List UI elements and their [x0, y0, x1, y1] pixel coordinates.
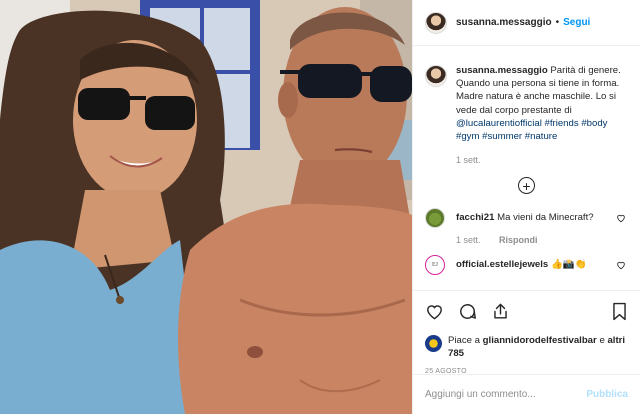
hashtag-link[interactable]: #gym [456, 131, 479, 142]
action-bar [425, 300, 628, 322]
heart-icon[interactable] [616, 213, 626, 226]
hashtag-link[interactable]: #body [581, 118, 607, 129]
comment-input[interactable] [425, 389, 587, 400]
bookmark-icon[interactable] [611, 302, 628, 321]
caption-username[interactable]: susanna.messaggio [456, 65, 548, 76]
post-actions-section: Piace a gliannidorodelfestivalbar e altr… [413, 290, 640, 375]
post-caption: susanna.messaggio Parità di genere. Quan… [425, 64, 628, 143]
reply-button[interactable]: Rispondi [499, 235, 538, 245]
comment-avatar[interactable] [425, 208, 445, 229]
follow-button[interactable]: Segui [563, 17, 590, 28]
post-photo[interactable] [0, 0, 412, 414]
author-avatar[interactable] [425, 11, 447, 34]
plus-circle-icon[interactable]: + [518, 177, 535, 195]
comment-body: 👍📸👏 [550, 259, 587, 271]
liker-username[interactable]: gliannidorodelfestivalbar [483, 335, 597, 346]
comments-list[interactable]: susanna.messaggio Parità di genere. Quan… [413, 54, 640, 288]
caption-mention[interactable]: @lucalaurentiofficial [456, 118, 542, 129]
comment-username[interactable]: facchi21 [456, 212, 494, 223]
hashtag-link[interactable]: #summer [482, 131, 522, 142]
comment-time[interactable]: 1 sett. [456, 235, 481, 245]
hashtag-link[interactable]: #friends [545, 118, 579, 129]
liker-avatar[interactable] [425, 335, 442, 352]
caption-avatar[interactable] [425, 65, 447, 87]
add-comment-bar: Pubblica [413, 374, 640, 414]
post-photo-image [0, 0, 412, 414]
likes-connector: e [599, 335, 605, 346]
hashtag-link[interactable]: #nature [525, 131, 558, 142]
comment-text: facchi21 Ma vieni da Minecraft? [456, 211, 616, 224]
comment-item: facchi21 Ma vieni da Minecraft? 1 sett. … [425, 208, 628, 245]
post-header: susanna.messaggio • Segui [413, 0, 640, 46]
post-side-panel: susanna.messaggio • Segui susanna.messag… [412, 0, 640, 414]
comment-item: EJ official.estellejewels 👍📸👏 [425, 255, 628, 276]
comment-icon[interactable] [458, 302, 477, 321]
caption-time[interactable]: 1 sett. [456, 155, 628, 165]
comment-body: Ma vieni da Minecraft? [497, 212, 594, 224]
comment-username[interactable]: official.estellejewels [456, 259, 548, 270]
likes-summary: Piace a gliannidorodelfestivalbar e altr… [425, 334, 628, 360]
author-username[interactable]: susanna.messaggio [456, 17, 552, 28]
share-icon[interactable] [491, 302, 510, 321]
heart-icon[interactable] [425, 302, 444, 321]
comment-avatar[interactable]: EJ [425, 255, 445, 276]
likes-prefix: Piace a [448, 335, 480, 346]
likes-text: Piace a gliannidorodelfestivalbar e altr… [448, 334, 628, 360]
comment-text: official.estellejewels 👍📸👏 [456, 258, 616, 271]
comment-meta: 1 sett. Rispondi [456, 235, 616, 245]
load-more-comments: + [425, 177, 628, 195]
publish-button[interactable]: Pubblica [586, 389, 628, 400]
header-separator: • [555, 17, 560, 28]
heart-icon[interactable] [616, 260, 626, 273]
caption-text: susanna.messaggio Parità di genere. Quan… [456, 64, 628, 143]
